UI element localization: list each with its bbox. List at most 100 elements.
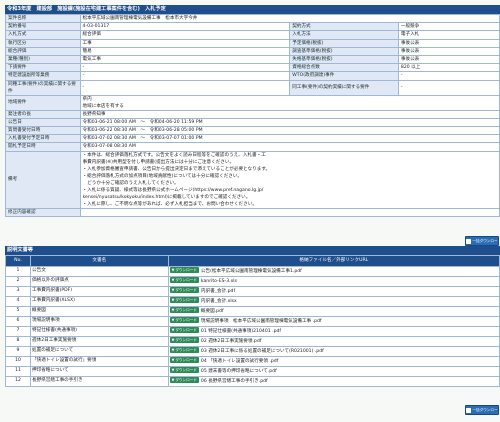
download-button[interactable]: ▼ダウンロード	[169, 277, 199, 283]
document-file-link[interactable]: 概要図.pdf	[201, 309, 224, 314]
document-name: 処置の補足について	[30, 346, 169, 357]
info-value: 松本平広域公園南管理棟電気設備工事 松本市大字今井	[79, 13, 500, 24]
document-name: 押印省略について	[30, 366, 169, 377]
info-row: 執行区分 工事 予定価格(税抜) 事後公表	[5, 38, 500, 48]
info-value: 令和03-06-21 08:00 AM 〜 令和04-06-20 11:59 P…	[79, 117, 500, 128]
document-name: 長野県営繕工事の手引き	[30, 376, 169, 387]
info-row: 同種工事(要件)の実績に関する要件 - 同工事(要件)の契約実績に関する要件 -	[5, 79, 500, 96]
info-value: 令和03-07-02 08:30 AM 〜 令和03-07-07 01:00 P…	[79, 134, 500, 144]
info-value: 簡易	[79, 46, 291, 57]
download-button[interactable]: ▼ダウンロード	[169, 317, 199, 323]
document-file-link[interactable]: 06 長野県営繕工事の手引き.pdf	[201, 379, 268, 384]
document-no: 5	[5, 306, 31, 317]
download-arrow-icon: ▼	[171, 378, 175, 382]
revision-label: 修正内容確認	[5, 207, 81, 217]
document-file-link[interactable]: 02 週休2日工事実施要領.pdf	[201, 339, 261, 344]
document-file-link[interactable]: kanrito-ES-3.xls	[201, 279, 237, 284]
document-name: 工事費内訳書(XLSX)	[30, 296, 169, 307]
download-button[interactable]: ▼ダウンロード	[169, 337, 199, 343]
info-label: 特定建設副所等業務	[5, 71, 81, 81]
document-file-link[interactable]: 公告(松本平広域公園南管理棟電気設備工事1.pdf	[201, 269, 302, 274]
download-arrow-icon: ▼	[171, 328, 175, 332]
info-value: -	[397, 71, 500, 81]
document-file-link[interactable]: 内訳書_会計.xlsx	[201, 299, 237, 304]
download-button[interactable]: ▼ダウンロード	[169, 367, 199, 373]
download-label: ダウンロード	[175, 348, 197, 352]
download-arrow-icon: ▼	[171, 308, 175, 312]
document-file-cell: ▼ダウンロード 内訳書_会計.xlsx	[167, 296, 500, 307]
info-value: 総合評価	[79, 30, 291, 40]
document-row: 12 長野県営繕工事の手引き ▼ダウンロード 06 長野県営繕工事の手引き.pdf	[5, 376, 500, 387]
document-name: 現場説明事項	[30, 316, 169, 327]
document-name: 「快適トイレ設置の試行」要領	[30, 356, 169, 367]
document-file-link[interactable]: 05 建末書等の押印省略について.pdf	[201, 369, 277, 374]
download-button[interactable]: ▼ダウンロード	[169, 307, 199, 313]
info-label: 地域要件	[5, 94, 81, 111]
info-label: 失格基準価格(税抜)	[289, 55, 399, 65]
col-no: No.	[5, 255, 31, 267]
documents-section-title: 説明文書等	[5, 246, 500, 255]
documents-table: No. 文書名 格納ファイル名／外部リンクURL 1 公告文 ▼ダウンロード 公告(松…	[5, 255, 500, 387]
document-file-link[interactable]: 内訳書_会計.pdf	[201, 289, 235, 294]
info-label: 案件名称	[5, 13, 81, 24]
info-value: -	[79, 71, 291, 81]
download-button[interactable]: ▼ダウンロード	[169, 347, 199, 353]
document-no: 9	[5, 346, 31, 357]
info-value: 長野県知事	[79, 109, 500, 119]
info-row: 入札書受付予定日時 令和03-07-02 08:30 AM 〜 令和03-07-0…	[5, 134, 500, 144]
info-label: 開札予定日時	[5, 142, 81, 152]
document-file-link[interactable]: 04 「快適トイレ設置の試行要領 .pdf	[201, 359, 278, 364]
document-row: 3 工事費内訳書(PDF) ▼ダウンロード 内訳書_会計.pdf	[5, 286, 500, 297]
download-label: ダウンロード	[175, 328, 197, 332]
download-button[interactable]: ▼ダウンロード	[169, 327, 199, 333]
download-arrow-icon: ▼	[171, 318, 175, 322]
download-label: ダウンロード	[175, 288, 197, 292]
document-file-link[interactable]: 現場説明事項 松本平広域公園南管理棟電気設備工事 .pdf	[201, 319, 322, 324]
document-name: 工事費内訳書(PDF)	[30, 286, 169, 297]
bulk-download-button-bottom[interactable]: 一括ダウンロード	[465, 405, 499, 420]
info-value: 一般競争	[397, 22, 500, 32]
info-value: 電子入札	[397, 30, 500, 40]
document-file-cell: ▼ダウンロード 02 週休2日工事実施要領.pdf	[167, 336, 500, 347]
info-row: 地域要件 県内 地域に本店を有する	[5, 94, 500, 111]
info-value: 電気工事	[79, 55, 291, 65]
document-row: 5 概要図 ▼ダウンロード 概要図.pdf	[5, 306, 500, 317]
info-label: 調査基準価格(税抜)	[289, 46, 399, 57]
download-button[interactable]: ▼ダウンロード	[169, 357, 199, 363]
download-button[interactable]: ▼ダウンロード	[169, 377, 199, 383]
document-file-link[interactable]: 01 特記仕様書(共通事項)210401 .pdf	[201, 329, 281, 334]
document-name: 週休2日工事実施要領	[30, 336, 169, 347]
info-label: 同工事(要件)の契約実績に関する要件	[289, 79, 399, 96]
document-file-link[interactable]: 03 週休2日工事に係る処置の補足について(R021001) .pdf	[201, 349, 324, 354]
remarks-line: ・総合評価落札方式の加点項目(地域貢献性)については十分に確認ください。	[82, 173, 243, 179]
document-no: 8	[5, 336, 31, 347]
tender-info-table: 案件名称 松本平広域公園南管理棟電気設備工事 松本市大字今井 契約番号 4-03-01…	[5, 13, 500, 217]
document-no: 11	[5, 366, 31, 377]
remarks-line: ・本件は、総合評価落札方式です。公告文をよく読み日程等をご確認のうえ、入札書・工	[82, 152, 266, 158]
info-label: 入札方法	[289, 30, 399, 40]
download-button[interactable]: ▼ダウンロード	[169, 267, 199, 273]
document-row: 4 工事費内訳書(XLSX) ▼ダウンロード 内訳書_会計.xlsx	[5, 296, 500, 307]
info-label: 執行区分	[5, 38, 81, 48]
document-name: 価格以外の評価点	[30, 276, 169, 287]
document-no: 3	[5, 286, 31, 297]
revision-row: 修正内容確認	[5, 207, 500, 217]
download-label: ダウンロード	[175, 318, 197, 322]
download-arrow-icon: ▼	[171, 298, 175, 302]
info-value: -	[397, 79, 500, 96]
document-file-cell: ▼ダウンロード 概要図.pdf	[167, 306, 500, 317]
info-row: 総合評価 簡易 調査基準価格(税抜) 事後公表	[5, 46, 500, 57]
document-file-cell: ▼ダウンロード 03 週休2日工事に係る処置の補足について(R021001) .p…	[167, 346, 500, 357]
remarks-line: 事費内訳書(※)共用型を付し申請書(提出方法には十分にご注意ください。	[82, 159, 235, 165]
info-value: 事後公表	[397, 46, 500, 57]
download-button[interactable]: ▼ダウンロード	[169, 287, 199, 293]
download-button[interactable]: ▼ダウンロード	[169, 297, 199, 303]
download-label: ダウンロード	[175, 368, 197, 372]
info-label: 同種工事(要件)の実績に関する要件	[5, 79, 81, 96]
info-value: 4-03-01317	[79, 22, 291, 32]
document-file-cell: ▼ダウンロード 01 特記仕様書(共通事項)210401 .pdf	[167, 326, 500, 337]
bulk-download-button[interactable]: 一括ダウンロード	[465, 236, 499, 251]
revision-value	[79, 207, 500, 217]
page-title: 令和3年度 建設部 施設課(施設在宅建工事案件を含む) 入札予定	[5, 5, 500, 14]
info-label: 質問書受付日時	[5, 126, 81, 136]
